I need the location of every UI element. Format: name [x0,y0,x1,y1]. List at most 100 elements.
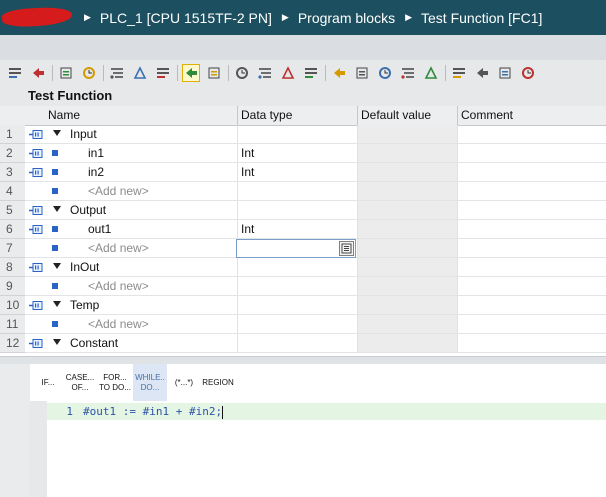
row-number[interactable]: 7 [0,239,25,258]
comment-cell[interactable] [457,163,606,181]
keyword-case-button[interactable]: CASE... OF... [63,364,97,401]
data-type-cell[interactable] [237,334,357,352]
keyword-for-button[interactable]: FOR... TO DO... [99,364,131,401]
data-type-cell[interactable]: Int [237,163,357,181]
comment-cell[interactable] [457,258,606,276]
view-icon[interactable] [131,64,149,82]
comment-cell[interactable] [457,125,606,143]
comment-cell[interactable] [457,182,606,200]
name-cell[interactable]: out1 [45,220,237,238]
row-number[interactable]: 4 [0,182,25,201]
default-value-cell[interactable] [357,296,457,314]
default-value-cell[interactable] [357,258,457,276]
default-value-cell[interactable] [357,277,457,295]
uncomment-icon[interactable] [422,64,440,82]
default-value-cell[interactable] [357,163,457,181]
watch-icon[interactable] [473,64,491,82]
data-type-cell[interactable] [237,201,357,219]
data-type-cell[interactable]: Int [237,220,357,238]
favorites-icon[interactable] [302,64,320,82]
expand-triangle-icon[interactable] [53,263,61,269]
row-number[interactable]: 11 [0,315,25,334]
expand-triangle-icon[interactable] [53,301,61,307]
data-type-cell[interactable] [237,258,357,276]
table-row[interactable]: 7 <Add new> [0,239,606,258]
add-new-cell[interactable]: <Add new> [45,277,237,295]
comments-icon[interactable] [108,64,126,82]
row-number[interactable]: 3 [0,163,25,182]
keyword-if-button[interactable]: IF... [35,364,61,401]
default-value-cell[interactable] [357,125,457,143]
row-number[interactable]: 9 [0,277,25,296]
table-row[interactable]: 9 <Add new> [0,277,606,296]
comment-cell[interactable] [457,144,606,162]
enable-breakpoint-icon[interactable] [279,64,297,82]
default-value-cell[interactable] [357,315,457,333]
name-cell[interactable]: Output [45,201,237,219]
breadcrumb-item-function[interactable]: Test Function [FC1] [421,10,542,26]
row-number[interactable]: 6 [0,220,25,239]
data-type-cell[interactable] [237,125,357,143]
row-number[interactable]: 2 [0,144,25,163]
add-new-cell[interactable]: <Add new> [45,315,237,333]
code-editor[interactable]: 1 #out1 := #in1 + #in2; [30,401,606,497]
comment-line-icon[interactable] [399,64,417,82]
row-number[interactable]: 12 [0,334,25,353]
table-row[interactable]: 8 InOut [0,258,606,277]
insert-row-icon[interactable] [6,64,24,82]
disable-breakpoint-icon[interactable] [256,64,274,82]
column-header-default-value[interactable]: Default value [357,106,457,125]
name-cell[interactable]: Input [45,125,237,143]
add-new-cell[interactable]: <Add new> [45,239,237,257]
comment-cell[interactable] [457,277,606,295]
breadcrumb-item-program-blocks[interactable]: Program blocks [298,10,395,26]
table-row[interactable]: 3 in2 Int [0,163,606,182]
expand-triangle-icon[interactable] [53,130,61,136]
comment-cell[interactable] [457,334,606,352]
table-row[interactable]: 6 out1 Int [0,220,606,239]
default-value-cell[interactable] [357,220,457,238]
name-cell[interactable]: in1 [45,144,237,162]
name-cell[interactable]: in2 [45,163,237,181]
table-row[interactable]: 2 in1 Int [0,144,606,163]
table-row[interactable]: 1 Input [0,125,606,144]
table-row[interactable]: 10 Temp [0,296,606,315]
table-row[interactable]: 12 Constant [0,334,606,353]
monitor-icon[interactable] [182,64,200,82]
row-number[interactable]: 10 [0,296,25,315]
default-value-cell[interactable] [357,334,457,352]
data-type-browse-button[interactable] [339,241,354,256]
row-number[interactable]: 5 [0,201,25,220]
move-up-icon[interactable] [57,64,75,82]
interface-icon[interactable] [154,64,172,82]
default-value-cell[interactable] [357,144,457,162]
keyword-region-button[interactable]: REGION [201,364,235,401]
table-row[interactable]: 11 <Add new> [0,315,606,334]
indent-icon[interactable] [353,64,371,82]
add-row-icon[interactable] [29,64,47,82]
data-type-input[interactable] [236,239,356,258]
fold-icon[interactable] [450,64,468,82]
name-cell[interactable]: Constant [45,334,237,352]
data-type-cell[interactable] [237,315,357,333]
comment-cell[interactable] [457,220,606,238]
code-text[interactable]: #out1 := #in1 + #in2; [83,405,222,418]
network-icon[interactable] [80,64,98,82]
step-icon[interactable] [496,64,514,82]
row-number[interactable]: 1 [0,125,25,144]
clear-breakpoint-icon[interactable] [233,64,251,82]
data-type-cell[interactable]: Int [237,144,357,162]
column-header-comment[interactable]: Comment [457,106,606,125]
default-value-cell[interactable] [357,201,457,219]
table-row[interactable]: 4 <Add new> [0,182,606,201]
data-type-cell[interactable] [237,296,357,314]
breadcrumb-item-plc[interactable]: PLC_1 [CPU 1515TF-2 PN] [100,10,272,26]
go-to-icon[interactable] [330,64,348,82]
column-header-name[interactable]: Name [45,106,237,125]
comment-cell[interactable] [457,201,606,219]
column-header-data-type[interactable]: Data type [237,106,357,125]
row-number[interactable]: 8 [0,258,25,277]
expand-triangle-icon[interactable] [53,339,61,345]
comment-cell[interactable] [457,315,606,333]
data-type-cell[interactable] [237,182,357,200]
